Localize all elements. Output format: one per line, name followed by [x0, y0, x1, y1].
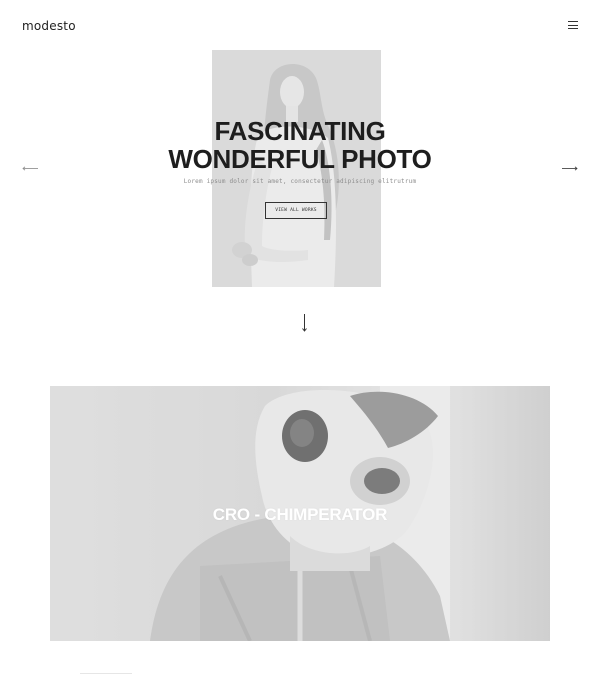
view-all-works-button[interactable]: VIEW ALL WORKS: [265, 202, 327, 219]
hero-title: FASCINATING WONDERFUL PHOTO: [0, 117, 600, 173]
hero-subtitle: Lorem ipsum dolor sit amet, consectetur …: [183, 178, 417, 185]
hero-title-line-1: FASCINATING: [214, 116, 386, 146]
hero-title-line-2: WONDERFUL PHOTO: [168, 144, 432, 174]
arrow-right-icon[interactable]: [562, 166, 578, 171]
page: modesto FASCINATING WONDERFUL PHOTO Lore…: [0, 0, 600, 675]
project-title: CRO - CHIMPERATOR: [212, 505, 388, 524]
menu-line: [568, 24, 578, 26]
menu-line: [568, 21, 578, 23]
arrow-left-icon[interactable]: [22, 166, 38, 171]
hamburger-menu-icon[interactable]: [568, 21, 578, 30]
project-card[interactable]: CRO - CHIMPERATOR: [50, 386, 550, 641]
divider: [80, 673, 132, 674]
menu-line: [568, 28, 578, 30]
arrow-down-icon[interactable]: [300, 314, 309, 332]
site-logo[interactable]: modesto: [22, 19, 76, 33]
